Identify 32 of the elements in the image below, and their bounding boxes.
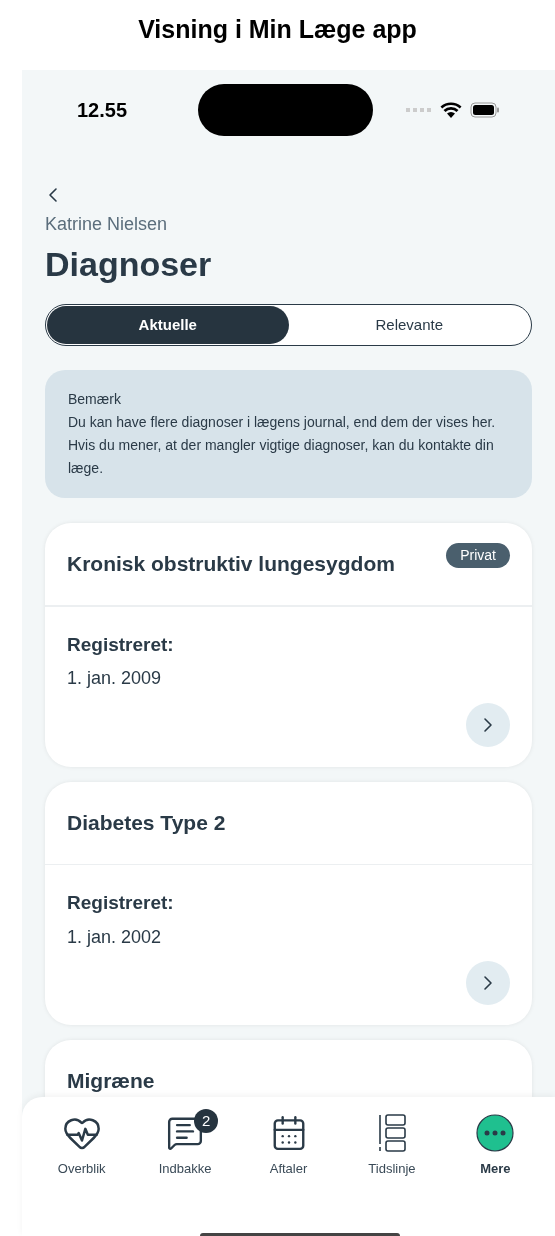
segment-tab[interactable]: Relevante	[288, 306, 530, 344]
registered-date: 1. jan. 2002	[67, 925, 163, 949]
page-caption: Visning i Min Læge app	[138, 14, 417, 46]
signal-icon	[406, 107, 432, 113]
diagnosis-title: Kronisk obstruktiv lungesygdom	[67, 551, 395, 578]
diagnosis-title: Diabetes Type 2	[67, 809, 226, 836]
diagnosis-card[interactable]: Migræne	[45, 1040, 532, 1097]
tab-bar-item[interactable]: Aftaler	[236, 1111, 341, 1191]
diagnosis-card[interactable]: Diabetes Type 2 Registreret: 1. jan. 2002	[45, 781, 532, 1025]
registered-date: 1. jan. 2009	[67, 667, 163, 690]
tab-bar-item[interactable]: Tidslinje	[340, 1111, 444, 1191]
wifi-icon	[440, 101, 462, 119]
details-button[interactable]	[466, 961, 510, 1005]
notice-title: Bemærk	[68, 390, 122, 409]
diagnosis-title: Migræne	[67, 1068, 155, 1095]
timeline-icon	[376, 1114, 407, 1152]
segment-tab[interactable]: Aktuelle	[47, 306, 289, 344]
notice-text: Du kan have flere diagnoser i lægens journal, end dem der vises her. Hvis du mener, at der mangler vigtige diagnoser, kan du kontakte din læge.	[68, 413, 497, 478]
details-button[interactable]	[466, 702, 510, 747]
diagnosis-card[interactable]: Kronisk obstruktiv lungesygdom Privat Registreret: 1. jan. 2009	[45, 523, 532, 767]
page-title: Diagnoser	[45, 244, 213, 285]
status-time: 12.55	[77, 98, 129, 123]
registered-label: Registreret:	[67, 632, 175, 657]
tab-bar-item[interactable]: Mere	[443, 1111, 548, 1191]
private-badge: Privat	[446, 543, 510, 568]
tab-bar-item[interactable]: Overblik	[30, 1111, 134, 1191]
battery-icon	[470, 102, 500, 118]
more-dots-icon	[476, 1114, 515, 1152]
patient-name: Katrine Nielsen	[45, 213, 169, 236]
registered-label: Registreret:	[67, 891, 175, 915]
tab-bar-item[interactable]: 2 Indbakke	[133, 1111, 237, 1191]
unread-count-badge: 2	[194, 1109, 219, 1133]
